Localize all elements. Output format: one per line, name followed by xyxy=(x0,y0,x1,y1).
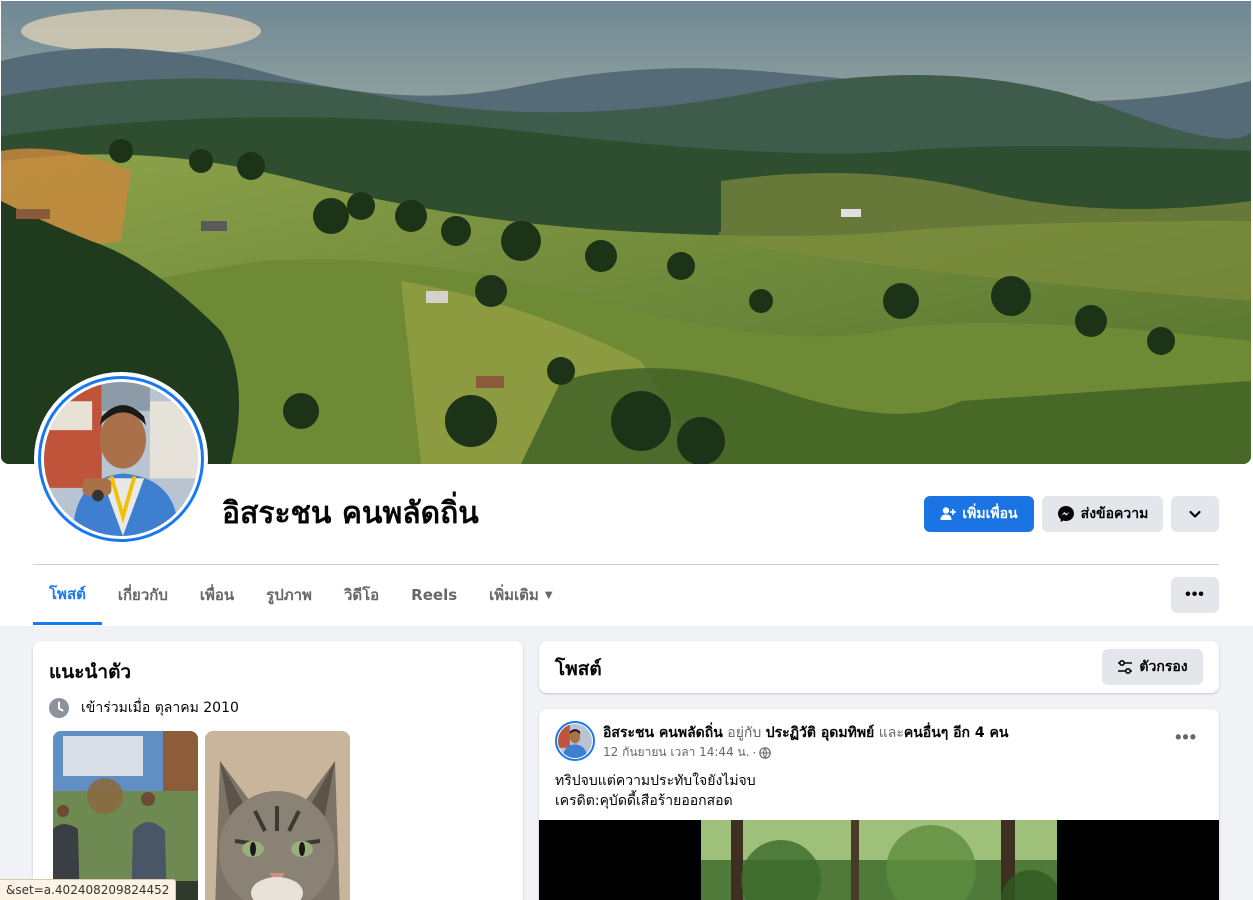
chevron-down-icon xyxy=(1189,510,1201,518)
post-meta: 12 กันยายน เวลา 14:44 น. · xyxy=(603,743,772,762)
tab-label: Reels xyxy=(411,586,458,604)
and-text: และ xyxy=(878,725,904,741)
post-photo xyxy=(701,820,1057,900)
tab-photos[interactable]: รูปภาพ xyxy=(250,566,328,624)
tab-label: โพสต์ xyxy=(49,585,86,603)
more-icon: ••• xyxy=(1185,586,1205,603)
post-options-button[interactable]: ••• xyxy=(1175,727,1197,748)
profile-header: อิสระชน คนพลัดถิ่น เพิ่มเพื่อน ส่งข้อควา… xyxy=(0,0,1253,626)
message-button[interactable]: ส่งข้อความ xyxy=(1042,496,1163,532)
tab-more[interactable]: เพิ่มเติม ▼ xyxy=(473,566,568,624)
meta-separator: · xyxy=(752,745,757,760)
profile-tabs: โพสต์ เกี่ยวกับ เพื่อน รูปภาพ วิดีโอ Ree… xyxy=(33,566,569,626)
post-timestamp[interactable]: 12 กันยายน เวลา 14:44 น. xyxy=(603,743,750,762)
joined-row: เข้าร่วมเมื่อ ตุลาคม 2010 xyxy=(49,697,239,719)
add-friend-icon xyxy=(940,507,957,520)
posts-title: โพสต์ xyxy=(555,658,602,680)
profile-name: อิสระชน คนพลัดถิ่น xyxy=(222,496,479,531)
featured-photo[interactable] xyxy=(205,731,350,900)
featured-photo[interactable] xyxy=(53,731,198,900)
tab-videos[interactable]: วิดีโอ xyxy=(328,566,395,624)
post-text-line: เครดิต:คุบัดดี้เสือร้ายออกสอด xyxy=(555,793,733,809)
posts-header-card: โพสต์ ตัวกรอง xyxy=(539,641,1219,693)
filter-label: ตัวกรอง xyxy=(1139,659,1188,675)
add-friend-button[interactable]: เพิ่มเพื่อน xyxy=(924,496,1034,532)
tab-label: วิดีโอ xyxy=(343,586,380,604)
more-icon: ••• xyxy=(1175,727,1197,747)
intro-title: แนะนำตัว xyxy=(49,661,132,683)
tabs-more-button[interactable]: ••• xyxy=(1171,577,1219,613)
post-text: ทริปจบแต่ความประทับใจยังไม่จบ เครดิต:คุบ… xyxy=(555,771,756,811)
tab-label: เกี่ยวกับ xyxy=(117,586,168,604)
globe-icon xyxy=(759,746,772,759)
cover-photo[interactable] xyxy=(1,1,1251,464)
clock-icon xyxy=(49,698,69,718)
post-text-line: ทริปจบแต่ความประทับใจยังไม่จบ xyxy=(555,773,756,789)
message-label: ส่งข้อความ xyxy=(1080,506,1149,522)
avatar-image xyxy=(44,382,198,536)
messenger-icon xyxy=(1057,506,1074,522)
post-media[interactable] xyxy=(539,820,1219,900)
intro-card: แนะนำตัว เข้าร่วมเมื่อ ตุลาคม 2010 xyxy=(33,641,523,900)
post-author-link[interactable]: อิสระชน คนพลัดถิ่น xyxy=(603,725,723,741)
caret-down-icon: ▼ xyxy=(544,589,553,601)
with-text: อยู่กับ xyxy=(727,725,762,741)
add-friend-label: เพิ่มเพื่อน xyxy=(962,506,1018,522)
story-ring xyxy=(38,376,204,542)
tab-label: เพิ่มเติม xyxy=(489,586,539,604)
post-author-avatar[interactable] xyxy=(555,721,595,761)
avatar-image xyxy=(558,724,592,758)
status-bar-url: &set=a.402408209824452 xyxy=(0,879,177,900)
tab-posts[interactable]: โพสต์ xyxy=(33,566,102,625)
profile-avatar[interactable] xyxy=(34,372,208,546)
filter-icon xyxy=(1118,659,1133,675)
tab-label: เพื่อน xyxy=(199,586,235,604)
post-header: อิสระชน คนพลัดถิ่น อยู่กับ ประฏิวัติ อุด… xyxy=(603,722,1008,744)
profile-more-button[interactable] xyxy=(1171,496,1219,532)
tab-reels[interactable]: Reels xyxy=(395,566,473,624)
tab-label: รูปภาพ xyxy=(266,586,312,604)
others-link[interactable]: คนอื่นๆ อีก 4 คน xyxy=(904,725,1009,741)
tagged-person-link[interactable]: ประฏิวัติ อุดมทิพย์ xyxy=(766,725,875,741)
post-card: อิสระชน คนพลัดถิ่น อยู่กับ ประฏิวัติ อุด… xyxy=(539,709,1219,900)
header-divider xyxy=(33,564,1219,565)
joined-text: เข้าร่วมเมื่อ ตุลาคม 2010 xyxy=(81,700,239,716)
tab-about[interactable]: เกี่ยวกับ xyxy=(102,566,184,624)
filter-button[interactable]: ตัวกรอง xyxy=(1102,649,1203,685)
tab-friends[interactable]: เพื่อน xyxy=(184,566,250,624)
